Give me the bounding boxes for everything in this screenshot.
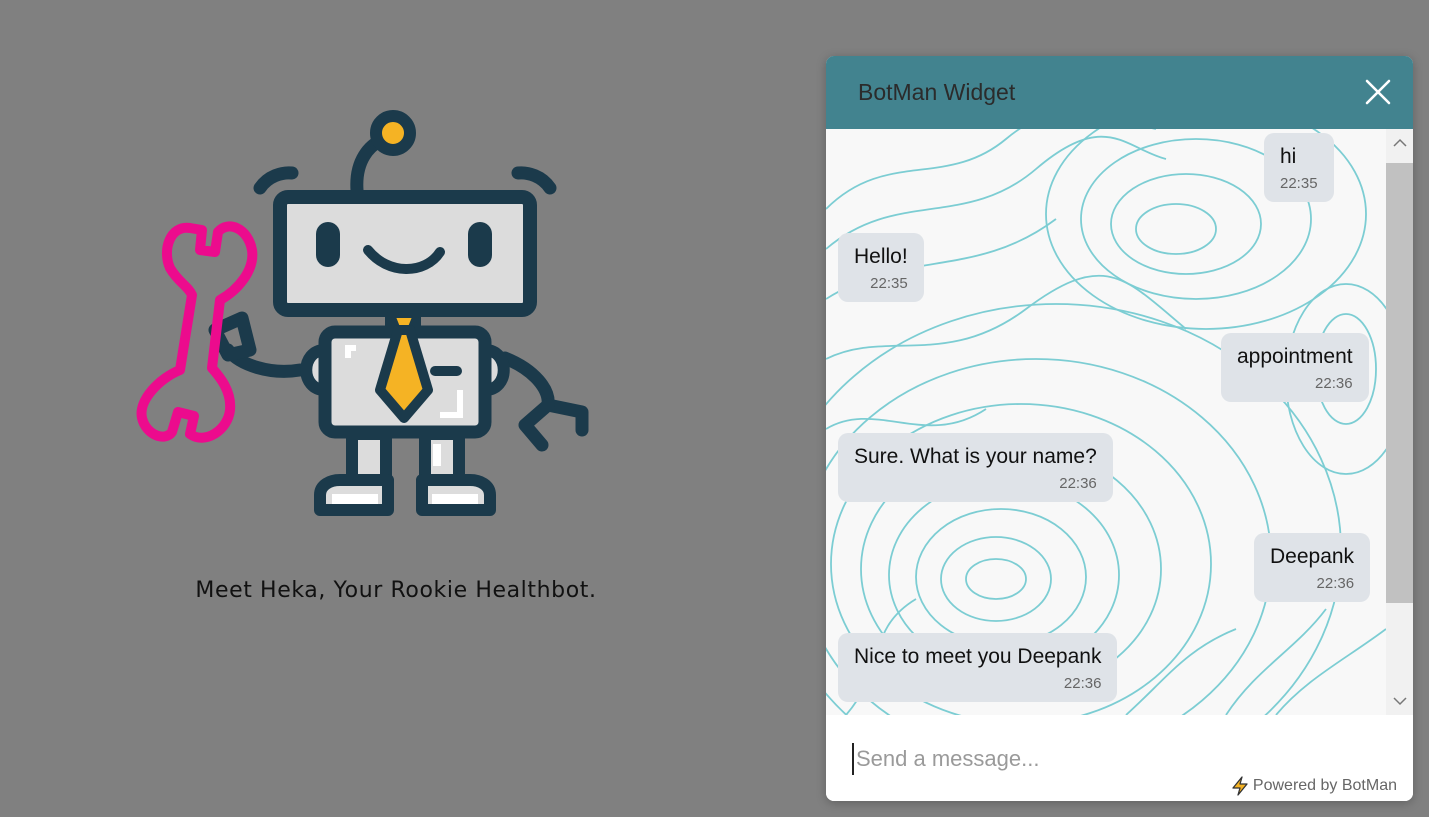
widget-header: BotMan Widget	[826, 56, 1413, 129]
close-button[interactable]	[1365, 79, 1391, 105]
robot-mascot-illustration	[136, 110, 589, 516]
message-timestamp: 22:35	[1280, 175, 1318, 192]
message-text: Deepank	[1270, 545, 1355, 568]
scrollbar-thumb[interactable]	[1386, 163, 1413, 603]
message-input[interactable]	[852, 743, 1388, 775]
message-timestamp: 22:36	[1316, 575, 1355, 592]
message-bubble-bot: Nice to meet you Deepank 22:36	[838, 633, 1118, 702]
message-text: Sure. What is your name?	[854, 445, 1097, 468]
message-text: Nice to meet you Deepank	[854, 645, 1102, 668]
message-timestamp: 22:36	[1315, 375, 1353, 392]
chat-message-area[interactable]: hi 22:35 Hello! 22:35 appointment 22:36 …	[826, 129, 1386, 715]
topographic-background-pattern	[826, 129, 1386, 715]
powered-by-text: Powered by BotMan	[1252, 777, 1397, 794]
message-bubble-user: Deepank 22:36	[1254, 533, 1371, 602]
message-bubble-user: appointment 22:36	[1221, 333, 1369, 402]
scroll-up-button[interactable]	[1386, 131, 1413, 155]
message-bubble-user: hi 22:35	[1264, 133, 1334, 202]
message-text: hi	[1280, 145, 1297, 168]
lightning-icon	[1232, 776, 1248, 796]
widget-title: BotMan Widget	[858, 79, 1016, 105]
powered-by-link[interactable]: Powered by BotMan	[1231, 776, 1397, 796]
chevron-down-icon	[1392, 697, 1407, 706]
hero-section: Meet Heka, Your Rookie Healthbot.	[0, 0, 800, 817]
chevron-up-icon	[1392, 138, 1407, 147]
message-text: appointment	[1237, 345, 1353, 368]
chat-scrollbar[interactable]	[1386, 129, 1413, 715]
chat-widget: BotMan Widget hi 22:35 Hello! 22:35 appo…	[826, 56, 1413, 801]
message-bubble-bot: Sure. What is your name? 22:36	[838, 433, 1113, 502]
message-timestamp: 22:36	[1059, 475, 1097, 492]
message-timestamp: 22:36	[1063, 675, 1102, 692]
message-input-area: Powered by BotMan	[826, 715, 1413, 801]
close-icon	[1365, 79, 1391, 105]
message-timestamp: 22:35	[870, 275, 908, 292]
message-bubble-bot: Hello! 22:35	[838, 233, 924, 302]
tagline: Meet Heka, Your Rookie Healthbot.	[195, 578, 597, 603]
message-text: Hello!	[854, 245, 908, 268]
scroll-down-button[interactable]	[1386, 689, 1413, 713]
